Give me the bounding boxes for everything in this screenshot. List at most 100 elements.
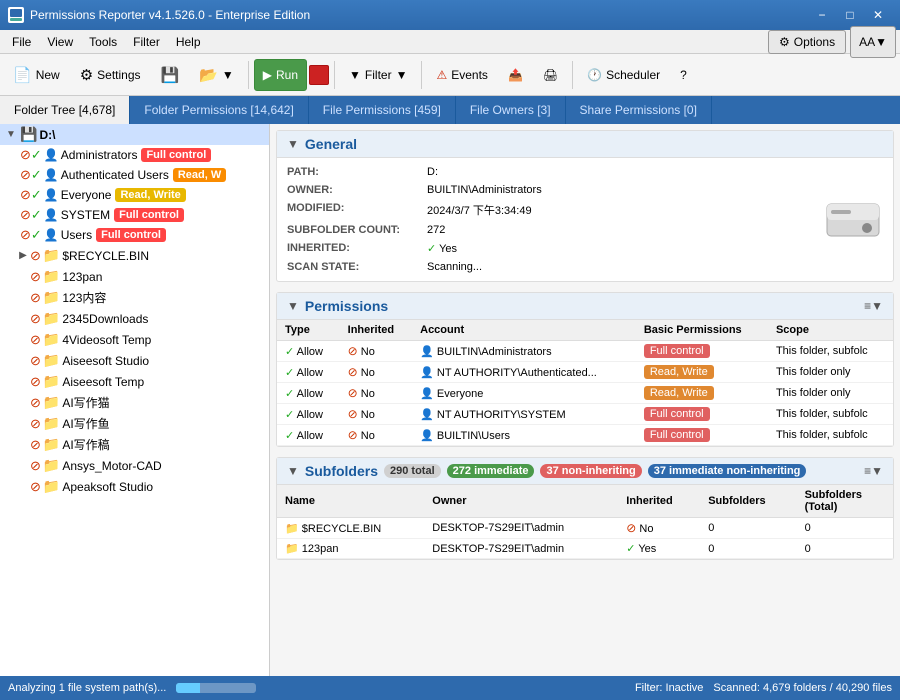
collapse-icon[interactable]: ▼ [287, 137, 299, 151]
sf-name: 📁 $RECYCLE.BIN [277, 518, 424, 539]
tree-item-label: Administrators [61, 148, 138, 162]
tree-root[interactable]: ▼ 💾 D:\ [0, 124, 269, 145]
print-button[interactable]: 🖨 [534, 59, 567, 91]
owner-value: BUILTIN\Administrators [427, 182, 803, 198]
tree-item-label: Authenticated Users [61, 168, 169, 182]
tree-item-ai3[interactable]: ▶ ⊘ 📁 AI写作稿 [0, 434, 269, 455]
perm-row[interactable]: ✓ Allow ⊘ No 👤 NT AUTHORITY\Authenticate… [277, 362, 893, 383]
tab-share-permissions[interactable]: Share Permissions [0] [566, 96, 712, 124]
no-inherit-icon: ⊘ [348, 386, 358, 400]
perm-row[interactable]: ✓ Allow ⊘ No 👤 NT AUTHORITY\SYSTEM Full … [277, 404, 893, 425]
tree-item-recycle[interactable]: ▶ ⊘ 📁 $RECYCLE.BIN [0, 245, 269, 266]
sf-col-subfolders: Subfolders [700, 485, 796, 518]
stop-button[interactable] [309, 65, 329, 85]
perm-row[interactable]: ✓ Allow ⊘ No 👤 BUILTIN\Administrators Fu… [277, 341, 893, 362]
help-button[interactable]: ? [671, 59, 696, 91]
menu-view[interactable]: View [39, 30, 81, 53]
no-inherit-icon: ⊘ [348, 365, 358, 379]
events-button[interactable]: ⚠ Events [427, 59, 496, 91]
tree-toggle-recycle[interactable]: ▶ [16, 249, 30, 263]
folder-icon: 📁 [43, 394, 60, 411]
subfolders-menu-icon[interactable]: ≡▼ [864, 464, 883, 478]
tree-item-aiseesoft-studio[interactable]: ▶ ⊘ 📁 Aiseesoft Studio [0, 350, 269, 371]
tree-item-apeaksoft[interactable]: ▶ ⊘ 📁 Apeaksoft Studio [0, 476, 269, 497]
status-green-icon: ✓ [31, 227, 42, 243]
menu-file[interactable]: File [4, 30, 39, 53]
tree-item-ai2[interactable]: ▶ ⊘ 📁 AI写作鱼 [0, 413, 269, 434]
status-down-icon: ⊘ [20, 187, 31, 203]
col-basic-perms: Basic Permissions [636, 320, 768, 341]
perm-type: ✓ Allow [277, 404, 340, 425]
no-inherit-icon: ⊘ [626, 521, 636, 535]
help-icon: ? [680, 68, 687, 82]
collapse-subfolders-icon[interactable]: ▼ [287, 464, 299, 478]
inherited-value: ✓ Yes [427, 240, 803, 257]
tab-file-permissions[interactable]: File Permissions [459] [309, 96, 456, 124]
account-icon: 👤 [420, 409, 434, 421]
account-icon: 👤 [420, 367, 434, 379]
tree-item-123pan[interactable]: ▶ ⊘ 📁 123pan [0, 266, 269, 287]
settings-button[interactable]: ⚙ Settings [71, 59, 150, 91]
subfolder-badge-imm-noninheriting: 37 immediate non-inheriting [648, 464, 807, 478]
tree-item-administrators[interactable]: ⊘ ✓ 👤 Administrators Full control [0, 145, 269, 165]
title-bar-text: Permissions Reporter v4.1.526.0 - Enterp… [30, 8, 808, 22]
tree-item-ai1[interactable]: ▶ ⊘ 📁 AI写作猫 [0, 392, 269, 413]
sf-row[interactable]: 📁 123pan DESKTOP-7S29EIT\admin ✓ Yes 0 0 [277, 539, 893, 559]
tree-item-123content[interactable]: ▶ ⊘ 📁 123内容 [0, 287, 269, 308]
no-inherit-icon: ⊘ [348, 407, 358, 421]
perm-row[interactable]: ✓ Allow ⊘ No 👤 Everyone Read, Write [277, 383, 893, 404]
tree-item-label: $RECYCLE.BIN [62, 249, 149, 263]
account-icon: 👤 [420, 388, 434, 400]
scheduler-button[interactable]: 🕐 Scheduler [578, 59, 669, 91]
user-icon: 👤 [44, 188, 59, 202]
tab-folder-permissions[interactable]: Folder Permissions [14,642] [130, 96, 308, 124]
tab-file-owners[interactable]: File Owners [3] [456, 96, 566, 124]
perm-inherited: ⊘ No [340, 425, 412, 446]
export-button[interactable]: 📤 [499, 59, 532, 91]
subfolder-badge-noninheriting: 37 non-inheriting [540, 464, 641, 478]
perm-type: ✓ Allow [277, 341, 340, 362]
tree-item-ansys[interactable]: ▶ ⊘ 📁 Ansys_Motor-CAD [0, 455, 269, 476]
menu-tools[interactable]: Tools [81, 30, 125, 53]
title-bar: Permissions Reporter v4.1.526.0 - Enterp… [0, 0, 900, 30]
status-text: Analyzing 1 file system path(s)... [8, 682, 166, 694]
status-green-icon: ✓ [31, 187, 42, 203]
collapse-permissions-icon[interactable]: ▼ [287, 299, 299, 313]
filter-button[interactable]: ▼ Filter ▼ [340, 59, 416, 91]
options-button[interactable]: ⚙ Options [768, 30, 846, 54]
save-button[interactable]: 💾 [152, 59, 189, 91]
perm-scope: This folder, subfolc [768, 341, 893, 362]
menu-help[interactable]: Help [168, 30, 209, 53]
aa-button[interactable]: AA▼ [850, 26, 896, 58]
tree-item-aiseesoft-temp[interactable]: ▶ ⊘ 📁 Aiseesoft Temp [0, 371, 269, 392]
folder-tree-scroll[interactable]: ▼ 💾 D:\ ⊘ ✓ 👤 Administrators Full contro… [0, 124, 269, 676]
inherited-label: INHERITED: [287, 240, 427, 257]
new-button[interactable]: 📄 New [4, 59, 69, 91]
menu-filter[interactable]: Filter [125, 30, 168, 53]
folder-icon: 📁 [285, 523, 299, 535]
user-icon: 👤 [44, 208, 59, 222]
subfolder-count-label: SUBFOLDER COUNT: [287, 222, 427, 238]
tree-item-authenticated-users[interactable]: ⊘ ✓ 👤 Authenticated Users Read, W [0, 165, 269, 185]
tree-item-everyone[interactable]: ⊘ ✓ 👤 Everyone Read, Write [0, 185, 269, 205]
sf-row[interactable]: 📁 $RECYCLE.BIN DESKTOP-7S29EIT\admin ⊘ N… [277, 518, 893, 539]
perm-scope: This folder, subfolc [768, 404, 893, 425]
tree-item-label: AI写作鱼 [62, 415, 109, 432]
subfolders-section-header: ▼ Subfolders 290 total 272 immediate 37 … [277, 458, 893, 485]
menu-bar: File View Tools Filter Help ⚙ Options AA… [0, 30, 900, 54]
perm-scope: This folder, subfolc [768, 425, 893, 446]
permissions-menu-icon[interactable]: ≡▼ [864, 299, 883, 313]
tree-item-4videosoft[interactable]: ▶ ⊘ 📁 4Videosoft Temp [0, 329, 269, 350]
tree-toggle-root[interactable]: ▼ [4, 128, 18, 142]
run-button[interactable]: ▶ Run [254, 59, 307, 91]
perm-badge: Full control [644, 428, 710, 442]
tree-item-system[interactable]: ⊘ ✓ 👤 SYSTEM Full control [0, 205, 269, 225]
perm-row[interactable]: ✓ Allow ⊘ No 👤 BUILTIN\Users Full contro… [277, 425, 893, 446]
separator-3 [421, 61, 422, 89]
status-down-icon: ⊘ [30, 332, 41, 348]
tab-folder-tree[interactable]: Folder Tree [4,678] [0, 96, 130, 124]
perm-badge: Read, Write [644, 365, 714, 379]
open-button[interactable]: 📂 ▼ [190, 59, 243, 91]
tree-item-users[interactable]: ⊘ ✓ 👤 Users Full control [0, 225, 269, 245]
tree-item-2345downloads[interactable]: ▶ ⊘ 📁 2345Downloads [0, 308, 269, 329]
